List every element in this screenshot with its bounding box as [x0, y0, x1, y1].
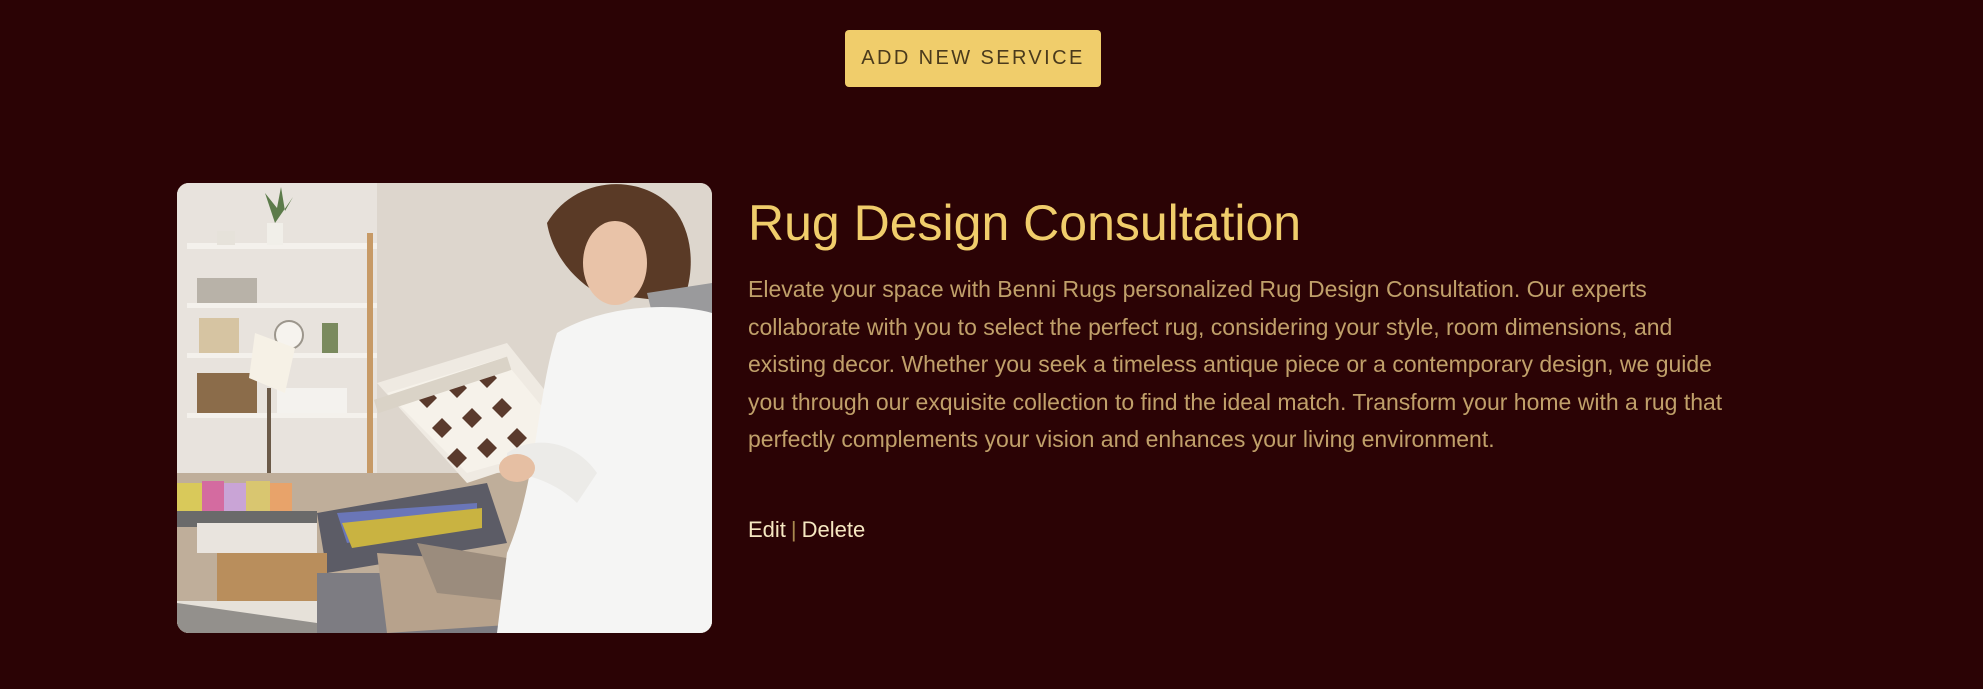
edit-link[interactable]: Edit — [748, 517, 786, 542]
actions-separator: | — [790, 517, 797, 542]
service-actions: Edit | Delete — [748, 517, 865, 543]
service-description: Elevate your space with Benni Rugs perso… — [748, 276, 1723, 452]
add-new-service-button[interactable]: ADD NEW SERVICE — [845, 30, 1101, 87]
delete-link[interactable]: Delete — [802, 517, 866, 542]
services-page: ADD NEW SERVICE Rug Design Consultation … — [0, 0, 1983, 689]
service-image — [177, 183, 712, 633]
service-card: Rug Design Consultation Elevate your spa… — [177, 183, 1737, 633]
service-title: Rug Design Consultation — [748, 195, 1302, 251]
